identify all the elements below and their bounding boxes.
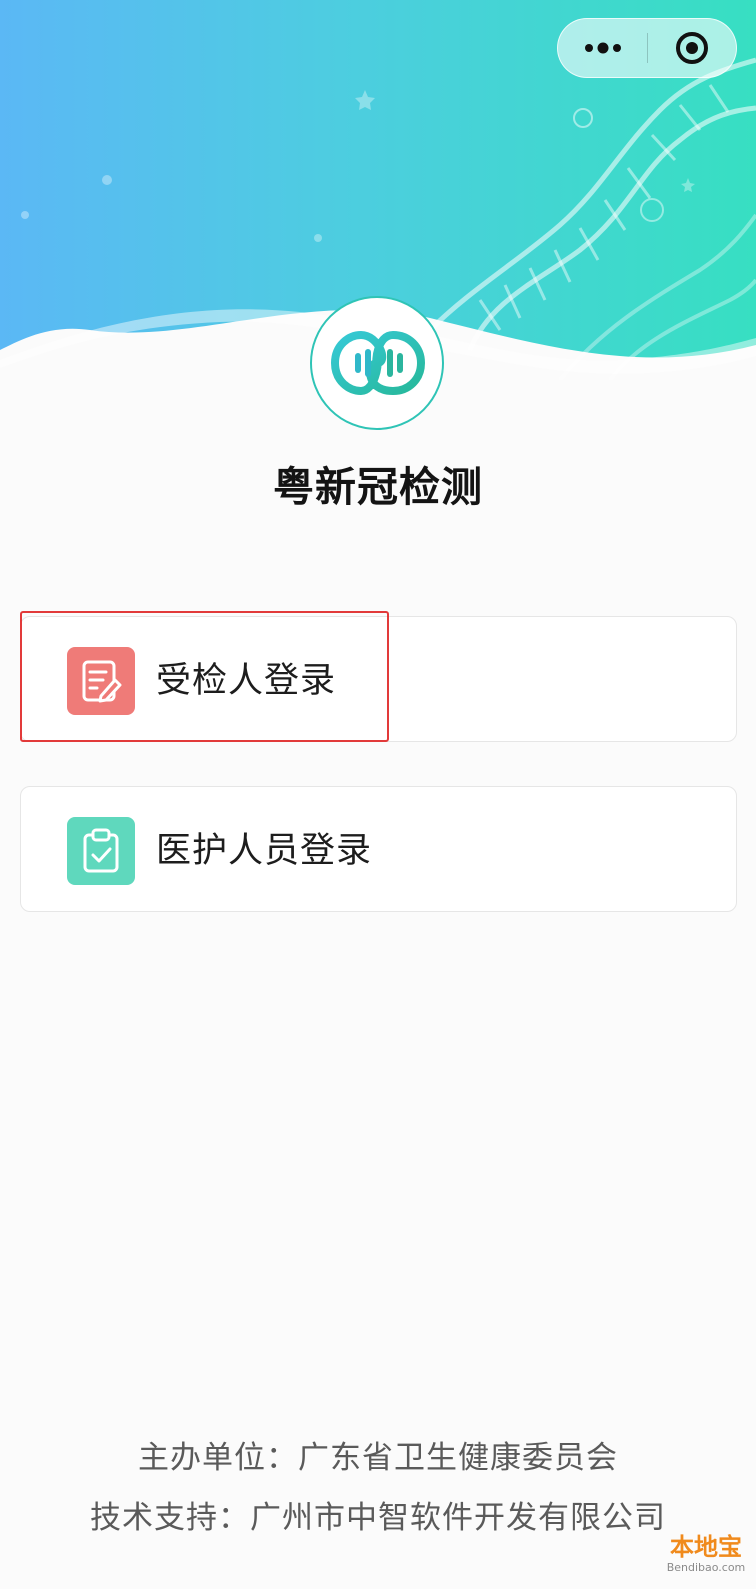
app-logo [310,296,444,430]
organizer-text: 主办单位：广东省卫生健康委员会 [138,1440,618,1476]
medical-staff-login-label: 医护人员登录 [156,831,373,871]
edit-document-icon [67,647,135,715]
subject-login-label: 受检人登录 [156,661,337,701]
watermark-main: 本地宝 [670,1533,742,1561]
more-button[interactable] [558,19,648,77]
dna-sound-logo-icon [331,331,425,395]
subject-login-card[interactable]: 受检人登录 [20,616,737,742]
target-close-icon [676,32,708,64]
miniprogram-capsule [557,18,737,78]
close-miniprogram-button[interactable] [648,19,736,77]
watermark-sub: Bendibao.com [666,1561,746,1574]
app-title: 粤新冠检测 [273,463,483,511]
clipboard-check-icon [67,817,135,885]
medical-staff-login-card[interactable]: 医护人员登录 [20,786,737,912]
more-dots-icon [585,42,621,54]
app-page: 粤新冠检测 受检人登录 医护人员登录 主办单位：广东省卫生健康委员会 技术支持：… [0,0,756,1589]
tech-support-text: 技术支持：广州市中智软件开发有限公司 [90,1500,666,1536]
bendibao-watermark: 本地宝 Bendibao.com [660,1533,752,1585]
